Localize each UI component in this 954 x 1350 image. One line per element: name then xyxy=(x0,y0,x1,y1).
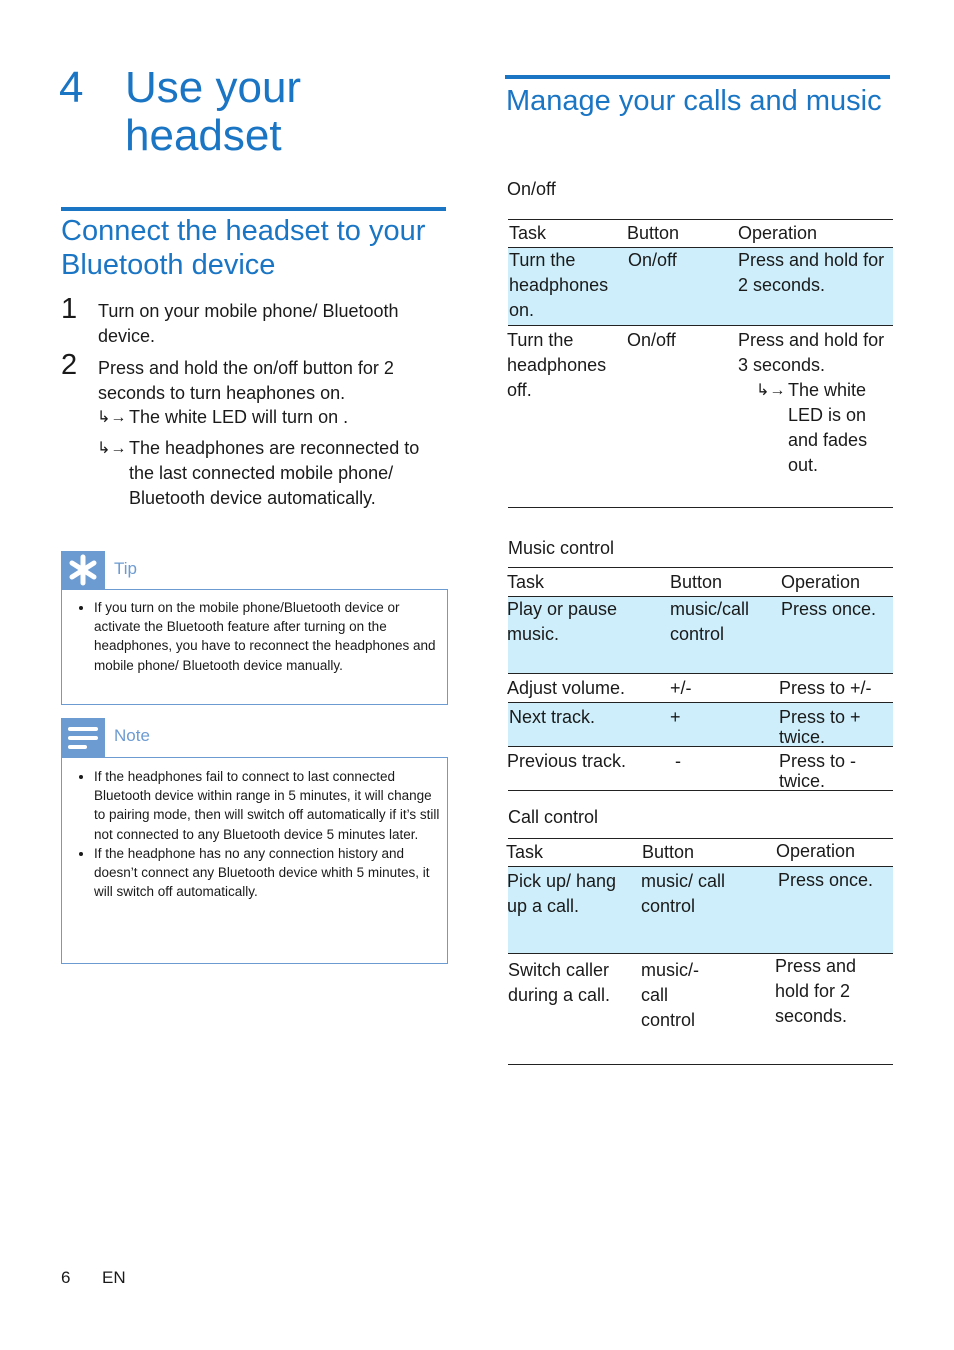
cell-task: Next track. xyxy=(509,707,596,727)
table-row: Turn the headphones on. On/off Press and… xyxy=(508,248,893,326)
section-rule xyxy=(505,75,890,79)
table-row: Previous track. - Press to - twice. xyxy=(507,747,893,791)
result-item: ↳→ The white LED will turn on . xyxy=(97,405,444,430)
cell-result: The white LED is on and fades out. xyxy=(788,380,868,475)
connect-section-title: Connect the headset to your Bluetooth de… xyxy=(61,215,426,281)
step-text: Press and hold the on/off button for 2 s… xyxy=(98,358,394,403)
cell-button: +/- xyxy=(670,678,692,698)
table-header-row: Task Button Operation xyxy=(506,838,893,867)
page-number: 6 xyxy=(61,1268,71,1287)
chapter-title: Use your headset xyxy=(125,63,302,160)
tip-label: Tip xyxy=(114,559,137,578)
cell-operation: Press to - twice. xyxy=(779,751,857,791)
header-button: Button xyxy=(670,572,723,592)
table-row: Turn the headphones off. On/off Press an… xyxy=(507,326,893,508)
result-arrow-icon: ↳→ xyxy=(756,382,786,399)
cell-operation: Press once. xyxy=(781,599,877,619)
cell-operation: Press to + twice. xyxy=(779,707,861,747)
music-caption: Music control xyxy=(508,538,615,558)
cell-button: music/- call control xyxy=(641,960,699,1030)
cell-task: Turn the headphones on. xyxy=(509,250,609,320)
note-icon-tab xyxy=(61,718,105,758)
call-table: Task Button Operation Pick up/ hang up a… xyxy=(506,838,893,1065)
call-caption: Call control xyxy=(508,807,599,827)
cell-task: Previous track. xyxy=(507,751,627,771)
header-operation: Operation xyxy=(776,841,856,861)
page-language: EN xyxy=(102,1268,126,1287)
cell-button: music/call control xyxy=(670,599,750,644)
cell-task: Play or pause music. xyxy=(507,599,618,644)
cell-operation: Press and hold for 3 seconds. xyxy=(738,330,885,375)
section-rule xyxy=(61,207,446,211)
cell-button: - xyxy=(675,751,681,771)
table-header-row: Task Button Operation xyxy=(508,219,893,248)
header-button: Button xyxy=(642,842,695,862)
note-item: If the headphone has no any connection h… xyxy=(94,844,443,902)
table-row: Pick up/ hang up a call. music/ call con… xyxy=(507,867,893,954)
note-lines-icon xyxy=(68,727,98,749)
tip-box: If you turn on the mobile phone/Bluetoot… xyxy=(61,589,448,705)
cell-button: On/off xyxy=(627,330,676,350)
step-text: Turn on your mobile phone/ Bluetooth dev… xyxy=(98,301,399,346)
result-text: The headphones are reconnected to the la… xyxy=(129,438,420,508)
cell-button: + xyxy=(670,707,681,727)
cell-task: Turn the headphones off. xyxy=(507,330,607,400)
result-text: The white LED will turn on . xyxy=(129,407,349,427)
cell-operation: Press to +/- xyxy=(779,678,872,698)
header-operation: Operation xyxy=(738,223,818,243)
header-task: Task xyxy=(507,572,545,592)
table-header-row: Task Button Operation xyxy=(507,567,893,597)
tip-item: If you turn on the mobile phone/Bluetoot… xyxy=(94,598,443,675)
table-row: Next track. + Press to + twice. xyxy=(508,703,893,747)
cell-operation: Press and hold for 2 seconds. xyxy=(775,956,857,1026)
header-task: Task xyxy=(509,223,547,243)
onoff-table: Task Button Operation Turn the headphone… xyxy=(507,219,893,508)
cell-task: Pick up/ hang up a call. xyxy=(507,871,617,916)
header-operation: Operation xyxy=(781,572,861,592)
cell-button: On/off xyxy=(628,250,677,270)
table-row: Play or pause music. music/call control … xyxy=(507,597,893,674)
step-number: 2 xyxy=(61,349,78,381)
cell-operation: Press once. xyxy=(778,870,874,890)
table-row: Switch caller during a call. music/- cal… xyxy=(508,954,893,1065)
result-arrow-icon: ↳→ xyxy=(97,440,127,457)
manage-section-title: Manage your calls and music xyxy=(506,85,882,117)
note-label: Note xyxy=(114,726,150,745)
cell-button: music/ call control xyxy=(641,871,726,916)
table-row: Adjust volume. +/- Press to +/- xyxy=(507,674,893,703)
cell-task: Switch caller during a call. xyxy=(508,960,611,1005)
result-item: ↳→ The headphones are reconnected to the… xyxy=(97,436,444,511)
cell-task: Adjust volume. xyxy=(507,678,626,698)
header-button: Button xyxy=(627,223,680,243)
cell-operation: Press and hold for 2 seconds. xyxy=(738,250,885,295)
onoff-caption: On/off xyxy=(507,179,556,199)
tip-icon-tab xyxy=(61,551,105,589)
note-item: If the headphones fail to connect to las… xyxy=(94,767,443,844)
header-task: Task xyxy=(506,842,544,862)
asterisk-icon xyxy=(69,554,97,586)
music-table: Task Button Operation Play or pause musi… xyxy=(507,567,893,791)
result-arrow-icon: ↳→ xyxy=(97,409,127,426)
chapter-number: 4 xyxy=(59,63,84,112)
note-box: If the headphones fail to connect to las… xyxy=(61,757,448,964)
step-number: 1 xyxy=(61,293,78,325)
